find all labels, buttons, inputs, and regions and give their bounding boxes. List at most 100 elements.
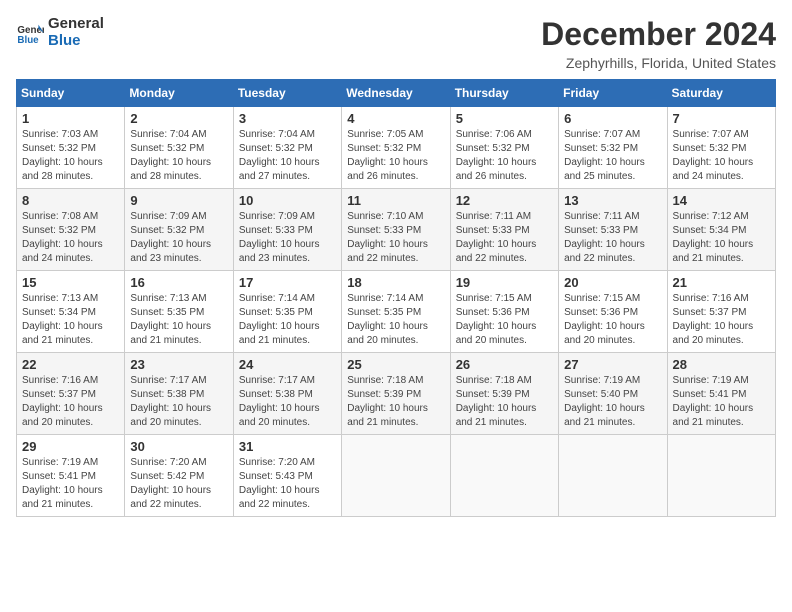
weekday-header-sunday: Sunday xyxy=(17,80,125,107)
day-number: 12 xyxy=(456,193,553,208)
day-number: 10 xyxy=(239,193,336,208)
weekday-header-friday: Friday xyxy=(559,80,667,107)
day-info: Sunrise: 7:20 AM Sunset: 5:42 PM Dayligh… xyxy=(130,456,227,512)
calendar-cell: 16Sunrise: 7:13 AM Sunset: 5:35 PM Dayli… xyxy=(125,271,233,353)
calendar-cell: 5 Sunrise: 7:06 AM Sunset: 5:32 PM Daylig… xyxy=(450,107,558,189)
day-info: Sunrise: 7:14 AM Sunset: 5:35 PM Dayligh… xyxy=(239,292,336,348)
calendar-cell: 9 Sunrise: 7:09 AM Sunset: 5:32 PM Daylig… xyxy=(125,189,233,271)
weekday-header-wednesday: Wednesday xyxy=(342,80,450,107)
day-number: 18 xyxy=(347,275,444,290)
calendar-cell: 11 Sunrise: 7:10 AM Sunset: 5:33 PM Dayli… xyxy=(342,189,450,271)
day-info: Sunrise: 7:07 AM Sunset: 5:32 PM Dayligh… xyxy=(564,128,661,184)
calendar-cell: 15 Sunrise: 7:13 AM Sunset: 5:34 PM Dayli… xyxy=(17,271,125,353)
weekday-header-row: SundayMondayTuesdayWednesdayThursdayFrid… xyxy=(17,80,776,107)
day-number: 21 xyxy=(673,275,770,290)
day-info: Sunrise: 7:06 AM Sunset: 5:32 PM Dayligh… xyxy=(456,128,553,184)
day-info: Sunrise: 7:13 AM Sunset: 5:35 PM Dayligh… xyxy=(130,292,227,348)
day-info: Sunrise: 7:04 AM Sunset: 5:32 PM Dayligh… xyxy=(130,128,227,184)
day-info: Sunrise: 7:20 AM Sunset: 5:43 PM Dayligh… xyxy=(239,456,336,512)
calendar-cell: 27Sunrise: 7:19 AM Sunset: 5:40 PM Dayli… xyxy=(559,353,667,435)
calendar-cell: 19 Sunrise: 7:15 AM Sunset: 5:36 PM Dayli… xyxy=(450,271,558,353)
day-number: 25 xyxy=(347,357,444,372)
day-number: 24 xyxy=(239,357,336,372)
calendar-cell: 22 Sunrise: 7:16 AM Sunset: 5:37 PM Dayli… xyxy=(17,353,125,435)
calendar-cell: 28Sunrise: 7:19 AM Sunset: 5:41 PM Dayli… xyxy=(667,353,775,435)
day-number: 6 xyxy=(564,111,661,126)
calendar-cell: 29Sunrise: 7:19 AM Sunset: 5:41 PM Dayli… xyxy=(17,435,125,517)
day-info: Sunrise: 7:12 AM Sunset: 5:34 PM Dayligh… xyxy=(673,210,770,266)
page-header: General Blue General Blue December 2024 … xyxy=(16,16,776,71)
calendar-cell xyxy=(559,435,667,517)
calendar-cell: 23Sunrise: 7:17 AM Sunset: 5:38 PM Dayli… xyxy=(125,353,233,435)
calendar-cell: 25Sunrise: 7:18 AM Sunset: 5:39 PM Dayli… xyxy=(342,353,450,435)
weekday-header-monday: Monday xyxy=(125,80,233,107)
calendar-cell: 21Sunrise: 7:16 AM Sunset: 5:37 PM Dayli… xyxy=(667,271,775,353)
day-info: Sunrise: 7:09 AM Sunset: 5:32 PM Dayligh… xyxy=(130,210,227,266)
calendar-week-row: 15 Sunrise: 7:13 AM Sunset: 5:34 PM Dayli… xyxy=(17,271,776,353)
month-year-title: December 2024 xyxy=(541,16,776,53)
day-info: Sunrise: 7:13 AM Sunset: 5:34 PM Dayligh… xyxy=(22,292,119,348)
calendar-cell: 20 Sunrise: 7:15 AM Sunset: 5:36 PM Dayli… xyxy=(559,271,667,353)
calendar-cell: 12Sunrise: 7:11 AM Sunset: 5:33 PM Dayli… xyxy=(450,189,558,271)
day-info: Sunrise: 7:09 AM Sunset: 5:33 PM Dayligh… xyxy=(239,210,336,266)
logo: General Blue General Blue xyxy=(16,16,104,49)
calendar-cell xyxy=(342,435,450,517)
calendar-cell: 30 Sunrise: 7:20 AM Sunset: 5:42 PM Dayli… xyxy=(125,435,233,517)
day-number: 31 xyxy=(239,439,336,454)
calendar-cell: 2Sunrise: 7:04 AM Sunset: 5:32 PM Daylig… xyxy=(125,107,233,189)
calendar-cell: 6 Sunrise: 7:07 AM Sunset: 5:32 PM Daylig… xyxy=(559,107,667,189)
day-number: 19 xyxy=(456,275,553,290)
day-number: 7 xyxy=(673,111,770,126)
calendar-cell: 26Sunrise: 7:18 AM Sunset: 5:39 PM Dayli… xyxy=(450,353,558,435)
calendar-cell: 10 Sunrise: 7:09 AM Sunset: 5:33 PM Dayli… xyxy=(233,189,341,271)
svg-text:Blue: Blue xyxy=(17,34,39,45)
day-number: 23 xyxy=(130,357,227,372)
day-info: Sunrise: 7:17 AM Sunset: 5:38 PM Dayligh… xyxy=(239,374,336,430)
day-number: 28 xyxy=(673,357,770,372)
title-area: December 2024 Zephyrhills, Florida, Unit… xyxy=(541,16,776,71)
calendar-cell: 14Sunrise: 7:12 AM Sunset: 5:34 PM Dayli… xyxy=(667,189,775,271)
day-number: 11 xyxy=(347,193,444,208)
calendar-week-row: 29Sunrise: 7:19 AM Sunset: 5:41 PM Dayli… xyxy=(17,435,776,517)
day-number: 5 xyxy=(456,111,553,126)
day-info: Sunrise: 7:15 AM Sunset: 5:36 PM Dayligh… xyxy=(564,292,661,348)
day-info: Sunrise: 7:14 AM Sunset: 5:35 PM Dayligh… xyxy=(347,292,444,348)
calendar-cell xyxy=(450,435,558,517)
day-info: Sunrise: 7:19 AM Sunset: 5:41 PM Dayligh… xyxy=(22,456,119,512)
day-info: Sunrise: 7:04 AM Sunset: 5:32 PM Dayligh… xyxy=(239,128,336,184)
day-number: 27 xyxy=(564,357,661,372)
calendar-cell: 24 Sunrise: 7:17 AM Sunset: 5:38 PM Dayli… xyxy=(233,353,341,435)
day-number: 30 xyxy=(130,439,227,454)
day-info: Sunrise: 7:03 AM Sunset: 5:32 PM Dayligh… xyxy=(22,128,119,184)
calendar-cell: 7 Sunrise: 7:07 AM Sunset: 5:32 PM Daylig… xyxy=(667,107,775,189)
logo-blue: Blue xyxy=(48,33,104,50)
calendar-week-row: 22 Sunrise: 7:16 AM Sunset: 5:37 PM Dayli… xyxy=(17,353,776,435)
day-number: 9 xyxy=(130,193,227,208)
day-number: 15 xyxy=(22,275,119,290)
day-number: 22 xyxy=(22,357,119,372)
calendar-cell: 3 Sunrise: 7:04 AM Sunset: 5:32 PM Daylig… xyxy=(233,107,341,189)
calendar-cell xyxy=(667,435,775,517)
calendar-cell: 31 Sunrise: 7:20 AM Sunset: 5:43 PM Dayli… xyxy=(233,435,341,517)
calendar-cell: 17 Sunrise: 7:14 AM Sunset: 5:35 PM Dayli… xyxy=(233,271,341,353)
day-info: Sunrise: 7:15 AM Sunset: 5:36 PM Dayligh… xyxy=(456,292,553,348)
logo-general: General xyxy=(48,16,104,33)
calendar-cell: 18 Sunrise: 7:14 AM Sunset: 5:35 PM Dayli… xyxy=(342,271,450,353)
day-info: Sunrise: 7:18 AM Sunset: 5:39 PM Dayligh… xyxy=(456,374,553,430)
day-info: Sunrise: 7:10 AM Sunset: 5:33 PM Dayligh… xyxy=(347,210,444,266)
weekday-header-saturday: Saturday xyxy=(667,80,775,107)
calendar-cell: 8Sunrise: 7:08 AM Sunset: 5:32 PM Daylig… xyxy=(17,189,125,271)
calendar-table: SundayMondayTuesdayWednesdayThursdayFrid… xyxy=(16,79,776,517)
logo-icon: General Blue xyxy=(16,19,44,47)
day-info: Sunrise: 7:16 AM Sunset: 5:37 PM Dayligh… xyxy=(22,374,119,430)
calendar-cell: 1Sunrise: 7:03 AM Sunset: 5:32 PM Daylig… xyxy=(17,107,125,189)
day-number: 3 xyxy=(239,111,336,126)
day-info: Sunrise: 7:11 AM Sunset: 5:33 PM Dayligh… xyxy=(564,210,661,266)
day-info: Sunrise: 7:05 AM Sunset: 5:32 PM Dayligh… xyxy=(347,128,444,184)
calendar-cell: 13 Sunrise: 7:11 AM Sunset: 5:33 PM Dayli… xyxy=(559,189,667,271)
day-number: 13 xyxy=(564,193,661,208)
day-info: Sunrise: 7:07 AM Sunset: 5:32 PM Dayligh… xyxy=(673,128,770,184)
location-subtitle: Zephyrhills, Florida, United States xyxy=(541,55,776,71)
day-number: 17 xyxy=(239,275,336,290)
day-number: 20 xyxy=(564,275,661,290)
